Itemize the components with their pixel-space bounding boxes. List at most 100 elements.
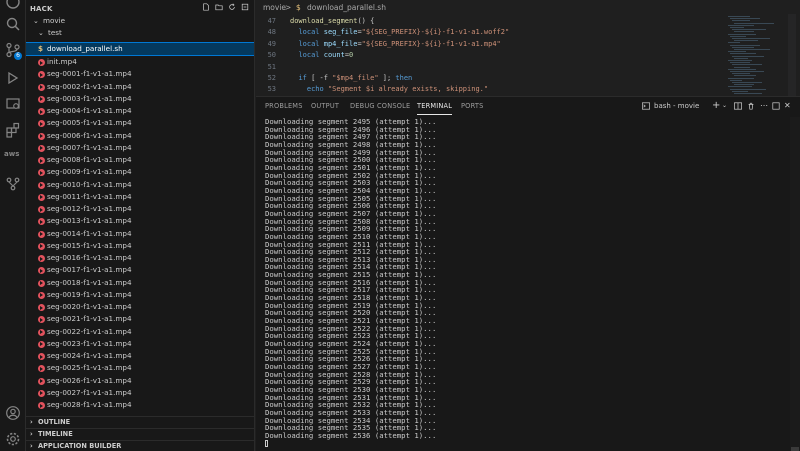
video-file-icon	[38, 59, 45, 66]
run-debug-icon[interactable]	[5, 70, 21, 86]
file-item[interactable]: seg-0027-f1-v1-a1.mp4	[26, 387, 254, 399]
more-actions-icon[interactable]: ⋯	[760, 99, 768, 113]
file-item[interactable]: seg-0019-f1-v1-a1.mp4	[26, 289, 254, 301]
minimap-line	[728, 86, 752, 88]
minimap[interactable]	[728, 14, 784, 96]
section-timeline[interactable]: › TIMELINE	[26, 428, 254, 440]
terminal-output[interactable]: Downloading segment 2495 (attempt 1)... …	[265, 118, 785, 448]
account-icon[interactable]	[5, 405, 21, 421]
breadcrumb-file[interactable]: download_parallel.sh	[307, 0, 386, 16]
file-item[interactable]: init.mp4	[26, 56, 254, 68]
file-label: seg-0009-f1-v1-a1.mp4	[47, 167, 132, 177]
terminal-name[interactable]: bash - movie	[654, 99, 699, 113]
file-item[interactable]: seg-0012-f1-v1-a1.mp4	[26, 203, 254, 215]
editor-scrollbar[interactable]	[788, 14, 796, 96]
file-label: seg-0006-f1-v1-a1.mp4	[47, 130, 132, 140]
maximize-panel-icon[interactable]	[772, 102, 780, 110]
minimap-line	[734, 22, 774, 24]
file-item[interactable]: seg-0013-f1-v1-a1.mp4	[26, 215, 254, 227]
source-control-badge: 6	[14, 52, 22, 60]
minimap-line	[728, 51, 746, 53]
minimap-line	[734, 57, 748, 59]
git-graph-icon[interactable]	[5, 176, 21, 192]
video-file-icon	[38, 120, 45, 128]
file-item[interactable]: seg-0011-f1-v1-a1.mp4	[26, 191, 254, 203]
file-item[interactable]: seg-0023-f1-v1-a1.mp4	[26, 338, 254, 350]
split-terminal-icon[interactable]	[734, 102, 742, 110]
folder-movie[interactable]: ⌄ movie	[26, 15, 254, 27]
file-item[interactable]: seg-0005-f1-v1-a1.mp4	[26, 117, 254, 129]
file-item[interactable]: seg-0008-f1-v1-a1.mp4	[26, 154, 254, 166]
breadcrumb-folder[interactable]: movie	[263, 0, 286, 16]
file-item[interactable]: seg-0024-f1-v1-a1.mp4	[26, 350, 254, 362]
minimap-line	[734, 31, 754, 33]
file-item[interactable]: seg-0020-f1-v1-a1.mp4	[26, 301, 254, 313]
aws-icon[interactable]: aws	[4, 150, 19, 158]
file-item[interactable]: seg-0002-f1-v1-a1.mp4	[26, 81, 254, 93]
trash-icon[interactable]	[747, 102, 755, 110]
tab-output[interactable]: OUTPUT	[311, 97, 339, 115]
video-file-icon	[38, 157, 45, 164]
collapse-all-icon[interactable]	[241, 3, 249, 11]
tab-debug-console[interactable]: DEBUG CONSOLE	[350, 97, 410, 115]
folder-label: movie	[43, 16, 66, 25]
file-item[interactable]: seg-0021-f1-v1-a1.mp4	[26, 313, 254, 325]
tab-problems[interactable]: PROBLEMS	[265, 97, 303, 115]
terminal-scroll-thumb[interactable]	[791, 447, 799, 451]
file-item[interactable]: seg-0007-f1-v1-a1.mp4	[26, 142, 254, 154]
settings-gear-icon[interactable]	[5, 431, 21, 447]
vscode-logo-icon[interactable]	[5, 0, 21, 10]
minimap-line	[728, 16, 750, 17]
extensions-icon[interactable]	[5, 122, 21, 138]
video-file-icon	[38, 108, 45, 115]
line-number: 50	[267, 51, 276, 60]
file-item[interactable]: seg-0018-f1-v1-a1.mp4	[26, 277, 254, 289]
new-file-icon[interactable]	[202, 3, 210, 11]
video-file-icon	[38, 95, 45, 103]
file-selected[interactable]: $ download_parallel.sh	[26, 42, 254, 56]
video-file-icon	[38, 181, 45, 189]
tab-terminal[interactable]: TERMINAL	[417, 97, 453, 115]
file-item[interactable]: seg-0026-f1-v1-a1.mp4	[26, 375, 254, 387]
file-label: seg-0026-f1-v1-a1.mp4	[47, 375, 132, 385]
remote-explorer-icon[interactable]	[5, 96, 21, 112]
file-item[interactable]: seg-0016-f1-v1-a1.mp4	[26, 252, 254, 264]
file-item[interactable]: seg-0006-f1-v1-a1.mp4	[26, 130, 254, 142]
section-outline[interactable]: › OUTLINE	[26, 416, 254, 428]
terminal-scrollbar[interactable]	[790, 117, 800, 451]
file-label: seg-0027-f1-v1-a1.mp4	[47, 387, 132, 397]
file-item[interactable]: seg-0028-f1-v1-a1.mp4	[26, 399, 254, 411]
file-item[interactable]: seg-0022-f1-v1-a1.mp4	[26, 326, 254, 338]
file-label: seg-0021-f1-v1-a1.mp4	[47, 314, 132, 324]
file-item[interactable]: seg-0025-f1-v1-a1.mp4	[26, 362, 254, 374]
file-label: seg-0010-f1-v1-a1.mp4	[47, 179, 132, 189]
video-file-icon	[38, 83, 45, 91]
file-item[interactable]: seg-0009-f1-v1-a1.mp4	[26, 166, 254, 178]
terminal-icon	[642, 102, 650, 110]
new-folder-icon[interactable]	[215, 3, 223, 11]
refresh-icon[interactable]	[228, 3, 236, 11]
file-item[interactable]: seg-0004-f1-v1-a1.mp4	[26, 105, 254, 117]
minimap-line	[728, 68, 756, 70]
section-label: APPLICATION BUILDER	[38, 442, 122, 450]
file-item[interactable]: seg-0010-f1-v1-a1.mp4	[26, 179, 254, 191]
video-file-icon	[38, 304, 45, 311]
file-label: seg-0013-f1-v1-a1.mp4	[47, 216, 132, 226]
chevron-down-icon[interactable]: ⌄	[722, 99, 727, 113]
new-terminal-icon[interactable]: +	[712, 99, 720, 113]
line-text: echo "Segment $i already exists, skippin…	[306, 85, 489, 94]
section-application-builder[interactable]: › APPLICATION BUILDER	[26, 440, 254, 451]
file-item[interactable]: seg-0015-f1-v1-a1.mp4	[26, 240, 254, 252]
folder-test[interactable]: ⌄ test	[26, 27, 254, 39]
minimap-line	[730, 27, 744, 28]
code-line: 53 echo "Segment $i already exists, skip…	[256, 84, 726, 95]
file-item[interactable]: seg-0003-f1-v1-a1.mp4	[26, 93, 254, 105]
file-item[interactable]: seg-0001-f1-v1-a1.mp4	[26, 68, 254, 80]
tab-ports[interactable]: PORTS	[461, 97, 483, 115]
line-text: download_segment() {	[290, 17, 375, 25]
file-item[interactable]: seg-0017-f1-v1-a1.mp4	[26, 264, 254, 276]
search-icon[interactable]	[5, 16, 21, 32]
file-item[interactable]: seg-0014-f1-v1-a1.mp4	[26, 228, 254, 240]
file-label: seg-0002-f1-v1-a1.mp4	[47, 81, 132, 91]
close-panel-icon[interactable]: ✕	[784, 99, 791, 113]
